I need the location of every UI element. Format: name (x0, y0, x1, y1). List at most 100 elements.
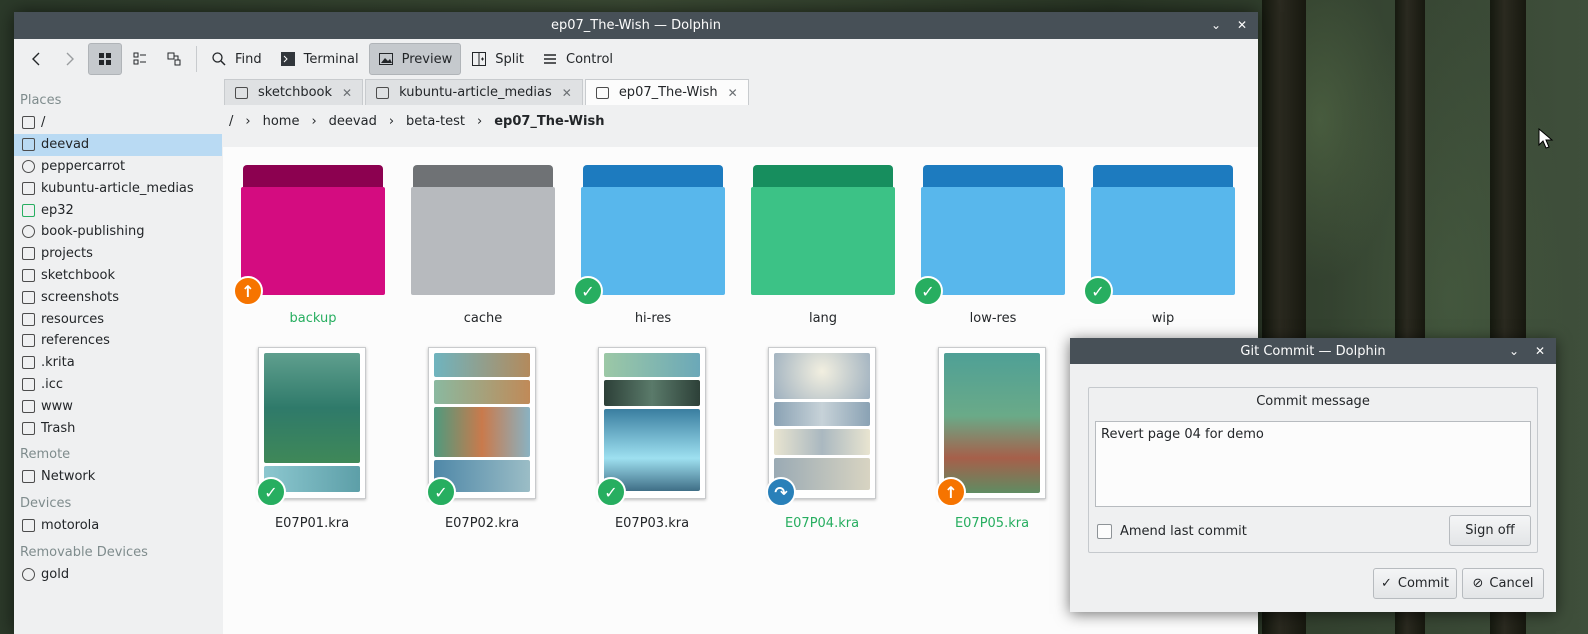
place-kubuntu-article-medias[interactable]: kubuntu-article_medias (14, 177, 222, 199)
place-deevad[interactable]: deevad (14, 133, 222, 156)
compact-view-button[interactable] (124, 43, 156, 75)
folder-label: backup (289, 311, 337, 326)
folder-lang[interactable]: lang (751, 165, 899, 326)
folder-label: wip (1151, 311, 1175, 326)
folder-cache[interactable]: cache (411, 165, 559, 326)
folder-wip[interactable]: ✓ wip (1083, 165, 1239, 326)
place-krita[interactable]: .krita (14, 352, 222, 374)
dialog-title: Git Commit — Dolphin (1240, 343, 1386, 359)
icons-view-button[interactable] (88, 43, 122, 75)
close-tab-icon[interactable]: ✕ (728, 86, 738, 100)
place-book-publishing[interactable]: book-publishing (14, 221, 222, 243)
tab-ep07-the-wish[interactable]: ep07_The-Wish ✕ (584, 79, 749, 105)
main-toolbar: Find Terminal Preview Split Control (14, 39, 1258, 79)
control-button[interactable]: Control (534, 43, 621, 75)
minimize-icon[interactable]: ⌄ (1208, 17, 1224, 33)
close-tab-icon[interactable]: ✕ (342, 86, 352, 100)
thumbnail-image (768, 347, 876, 499)
tab-bar: sketchbook ✕ kubuntu-article_medias ✕ ep07… (223, 79, 1258, 105)
breadcrumb-beta-test[interactable]: beta-test (406, 114, 465, 129)
chevron-right-icon: › (245, 113, 251, 129)
phone-icon (22, 519, 35, 533)
git-commit-dialog: Git Commit — Dolphin ⌄ ✕ Commit message … (1070, 338, 1556, 612)
place-ep32[interactable]: ep32 (14, 199, 222, 221)
disk-icon (22, 567, 35, 581)
folder-green-icon (22, 203, 35, 217)
place-resources[interactable]: resources (14, 308, 222, 330)
place-icc[interactable]: .icc (14, 374, 222, 396)
find-button[interactable]: Find (203, 43, 270, 75)
thumbnail-image (938, 347, 1046, 499)
commit-button[interactable]: ✓ Commit (1373, 568, 1457, 599)
close-icon[interactable]: ✕ (1234, 17, 1250, 33)
file-label: E07P02.kra (444, 516, 520, 531)
chevron-right-icon: › (388, 113, 395, 129)
checkbox-icon[interactable] (1097, 524, 1112, 539)
folder-label: hi-res (634, 311, 672, 326)
home-icon (22, 138, 35, 152)
place-peppercarrot[interactable]: peppercarrot (14, 156, 222, 178)
folder-icon (22, 377, 35, 391)
drive-icon (22, 116, 35, 130)
folder-icon (22, 247, 35, 261)
commit-message-input[interactable]: Revert page 04 for demo (1095, 421, 1531, 507)
breadcrumb-deevad[interactable]: deevad (329, 114, 377, 129)
thumbnail-image (428, 347, 536, 499)
preview-button[interactable]: Preview (368, 43, 462, 75)
terminal-label: Terminal (303, 51, 359, 67)
terminal-button[interactable]: Terminal (272, 43, 367, 75)
git-clean-icon: ✓ (256, 477, 286, 507)
device-motorola[interactable]: motorola (14, 515, 222, 537)
breadcrumb-home[interactable]: home (263, 114, 300, 129)
place-network[interactable]: Network (14, 466, 222, 488)
forward-button[interactable] (54, 43, 86, 75)
file-label: E07P03.kra (614, 516, 690, 531)
device-gold[interactable]: gold (14, 564, 222, 586)
file-label: E07P01.kra (274, 516, 350, 531)
cancel-button[interactable]: ⊘ Cancel (1462, 568, 1544, 599)
thumbnail-image (598, 347, 706, 499)
find-label: Find (235, 51, 262, 67)
folder-low-res[interactable]: ✓ low-res (913, 165, 1069, 326)
folder-backup[interactable]: ↑ backup (233, 165, 389, 326)
amend-checkbox[interactable]: Amend last commit (1097, 524, 1247, 539)
minimize-icon[interactable]: ⌄ (1506, 343, 1522, 359)
tab-kubuntu-article-medias[interactable]: kubuntu-article_medias ✕ (365, 79, 583, 105)
place-projects[interactable]: projects (14, 243, 222, 265)
place-sketchbook[interactable]: sketchbook (14, 265, 222, 287)
place-root[interactable]: / (14, 112, 222, 134)
sync-arrows-icon (22, 356, 35, 370)
commit-message-title: Commit message (1256, 394, 1370, 409)
commit-message-group: Commit message Revert page 04 for demo A… (1088, 387, 1538, 553)
breadcrumb: / › home › deevad › beta-test › ep07_The… (223, 105, 1258, 137)
network-icon (22, 470, 35, 484)
details-view-icon (167, 52, 181, 66)
close-icon[interactable]: ✕ (1532, 343, 1548, 359)
hamburger-menu-icon (544, 54, 557, 64)
details-view-button[interactable] (158, 43, 190, 75)
file-label: E07P04.kra (784, 516, 860, 531)
dialog-titlebar[interactable]: Git Commit — Dolphin ⌄ ✕ (1070, 338, 1556, 364)
folder-label: low-res (969, 311, 1017, 326)
breadcrumb-current[interactable]: ep07_The-Wish (494, 114, 604, 129)
close-tab-icon[interactable]: ✕ (562, 86, 572, 100)
mouse-cursor-icon (1538, 128, 1554, 149)
split-button[interactable]: Split (463, 43, 532, 75)
git-clean-icon: ✓ (573, 276, 603, 306)
control-label: Control (566, 51, 614, 67)
folder-icon (595, 86, 609, 99)
removable-devices-header: Removable Devices (20, 544, 148, 560)
folder-hi-res[interactable]: ✓ hi-res (573, 165, 729, 326)
terminal-icon (280, 52, 295, 66)
place-references[interactable]: references (14, 330, 222, 352)
place-www[interactable]: www (14, 395, 222, 417)
breadcrumb-root[interactable]: / (229, 114, 233, 129)
git-modified-icon: ↑ (936, 477, 966, 507)
back-button[interactable] (20, 43, 52, 75)
window-titlebar[interactable]: ep07_The-Wish — Dolphin ⌄ ✕ (14, 12, 1258, 39)
tab-sketchbook[interactable]: sketchbook ✕ (224, 79, 364, 105)
sign-off-button[interactable]: Sign off (1449, 515, 1531, 546)
chevron-right-icon: › (311, 113, 317, 129)
place-screenshots[interactable]: screenshots (14, 286, 222, 308)
place-trash[interactable]: Trash (14, 417, 222, 439)
